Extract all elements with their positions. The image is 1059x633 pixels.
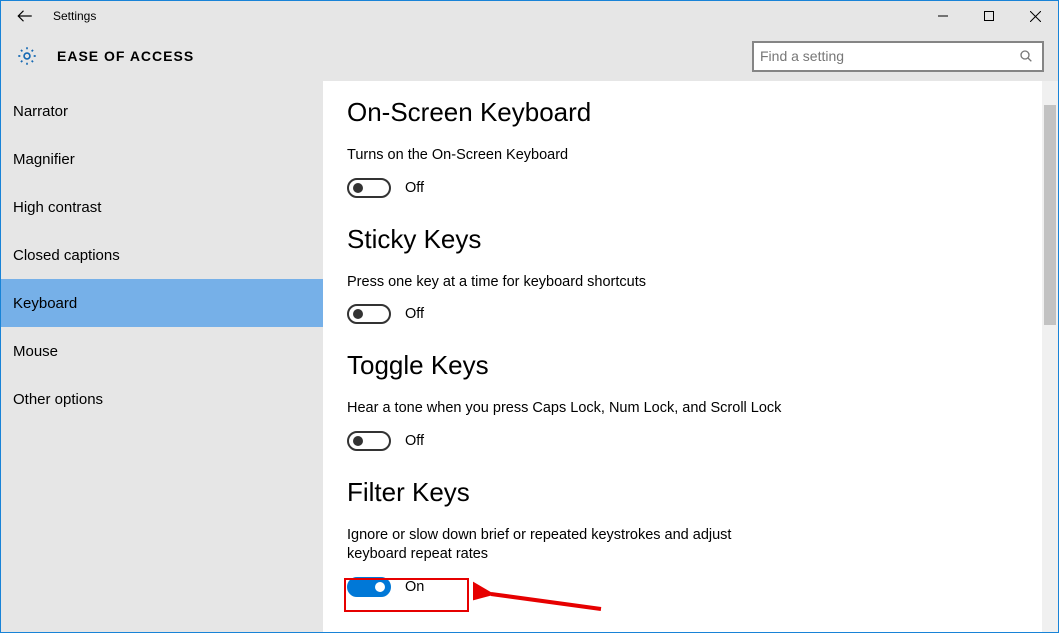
sidebar: Narrator Magnifier High contrast Closed … xyxy=(1,81,323,632)
section-desc: Hear a tone when you press Caps Lock, Nu… xyxy=(347,399,947,419)
close-button[interactable] xyxy=(1012,1,1058,31)
togglekeys-toggle-label: Off xyxy=(405,433,424,449)
maximize-button[interactable] xyxy=(966,1,1012,31)
sidebar-item-other-options[interactable]: Other options xyxy=(1,375,323,423)
sidebar-item-label: Mouse xyxy=(13,343,58,360)
sidebar-item-label: Closed captions xyxy=(13,247,120,264)
search-input[interactable] xyxy=(760,48,1018,64)
section-desc: Ignore or slow down brief or repeated ke… xyxy=(347,526,767,565)
filter-toggle-label: On xyxy=(405,579,424,595)
section-title: Filter Keys xyxy=(347,477,1012,508)
sticky-toggle-label: Off xyxy=(405,306,424,322)
sidebar-item-keyboard[interactable]: Keyboard xyxy=(1,279,323,327)
sidebar-item-label: High contrast xyxy=(13,199,101,216)
section-sticky-keys: Sticky Keys Press one key at a time for … xyxy=(347,224,1012,325)
header: EASE OF ACCESS xyxy=(1,31,1058,81)
content: On-Screen Keyboard Turns on the On-Scree… xyxy=(323,81,1042,632)
sidebar-item-label: Narrator xyxy=(13,103,68,120)
scrollbar-thumb[interactable] xyxy=(1044,105,1056,325)
osk-toggle-label: Off xyxy=(405,180,424,196)
titlebar: Settings xyxy=(1,1,1058,31)
gear-icon xyxy=(15,44,39,68)
filter-toggle[interactable] xyxy=(347,577,391,597)
sidebar-item-high-contrast[interactable]: High contrast xyxy=(1,183,323,231)
content-wrap: On-Screen Keyboard Turns on the On-Scree… xyxy=(323,81,1058,632)
body: Narrator Magnifier High contrast Closed … xyxy=(1,81,1058,632)
section-toggle-keys: Toggle Keys Hear a tone when you press C… xyxy=(347,350,1012,451)
search-icon xyxy=(1018,48,1034,64)
scrollbar[interactable] xyxy=(1042,81,1058,632)
sidebar-item-mouse[interactable]: Mouse xyxy=(1,327,323,375)
section-title: Sticky Keys xyxy=(347,224,1012,255)
osk-toggle[interactable] xyxy=(347,178,391,198)
sidebar-item-label: Magnifier xyxy=(13,151,75,168)
sidebar-item-closed-captions[interactable]: Closed captions xyxy=(1,231,323,279)
sidebar-item-magnifier[interactable]: Magnifier xyxy=(1,135,323,183)
window-title: Settings xyxy=(49,9,96,23)
section-desc: Turns on the On-Screen Keyboard xyxy=(347,146,947,166)
sidebar-item-narrator[interactable]: Narrator xyxy=(1,87,323,135)
section-on-screen-keyboard: On-Screen Keyboard Turns on the On-Scree… xyxy=(347,97,1012,198)
back-button[interactable] xyxy=(1,7,49,25)
settings-window: Settings EASE OF ACCESS xyxy=(0,0,1059,633)
sticky-toggle[interactable] xyxy=(347,304,391,324)
minimize-button[interactable] xyxy=(920,1,966,31)
section-title: On-Screen Keyboard xyxy=(347,97,1012,128)
section-title: Toggle Keys xyxy=(347,350,1012,381)
section-filter-keys: Filter Keys Ignore or slow down brief or… xyxy=(347,477,1012,597)
category-title: EASE OF ACCESS xyxy=(57,48,194,64)
togglekeys-toggle[interactable] xyxy=(347,431,391,451)
sidebar-item-label: Other options xyxy=(13,391,103,408)
sidebar-item-label: Keyboard xyxy=(13,295,77,312)
section-desc: Press one key at a time for keyboard sho… xyxy=(347,273,947,293)
search-box[interactable] xyxy=(752,41,1044,72)
